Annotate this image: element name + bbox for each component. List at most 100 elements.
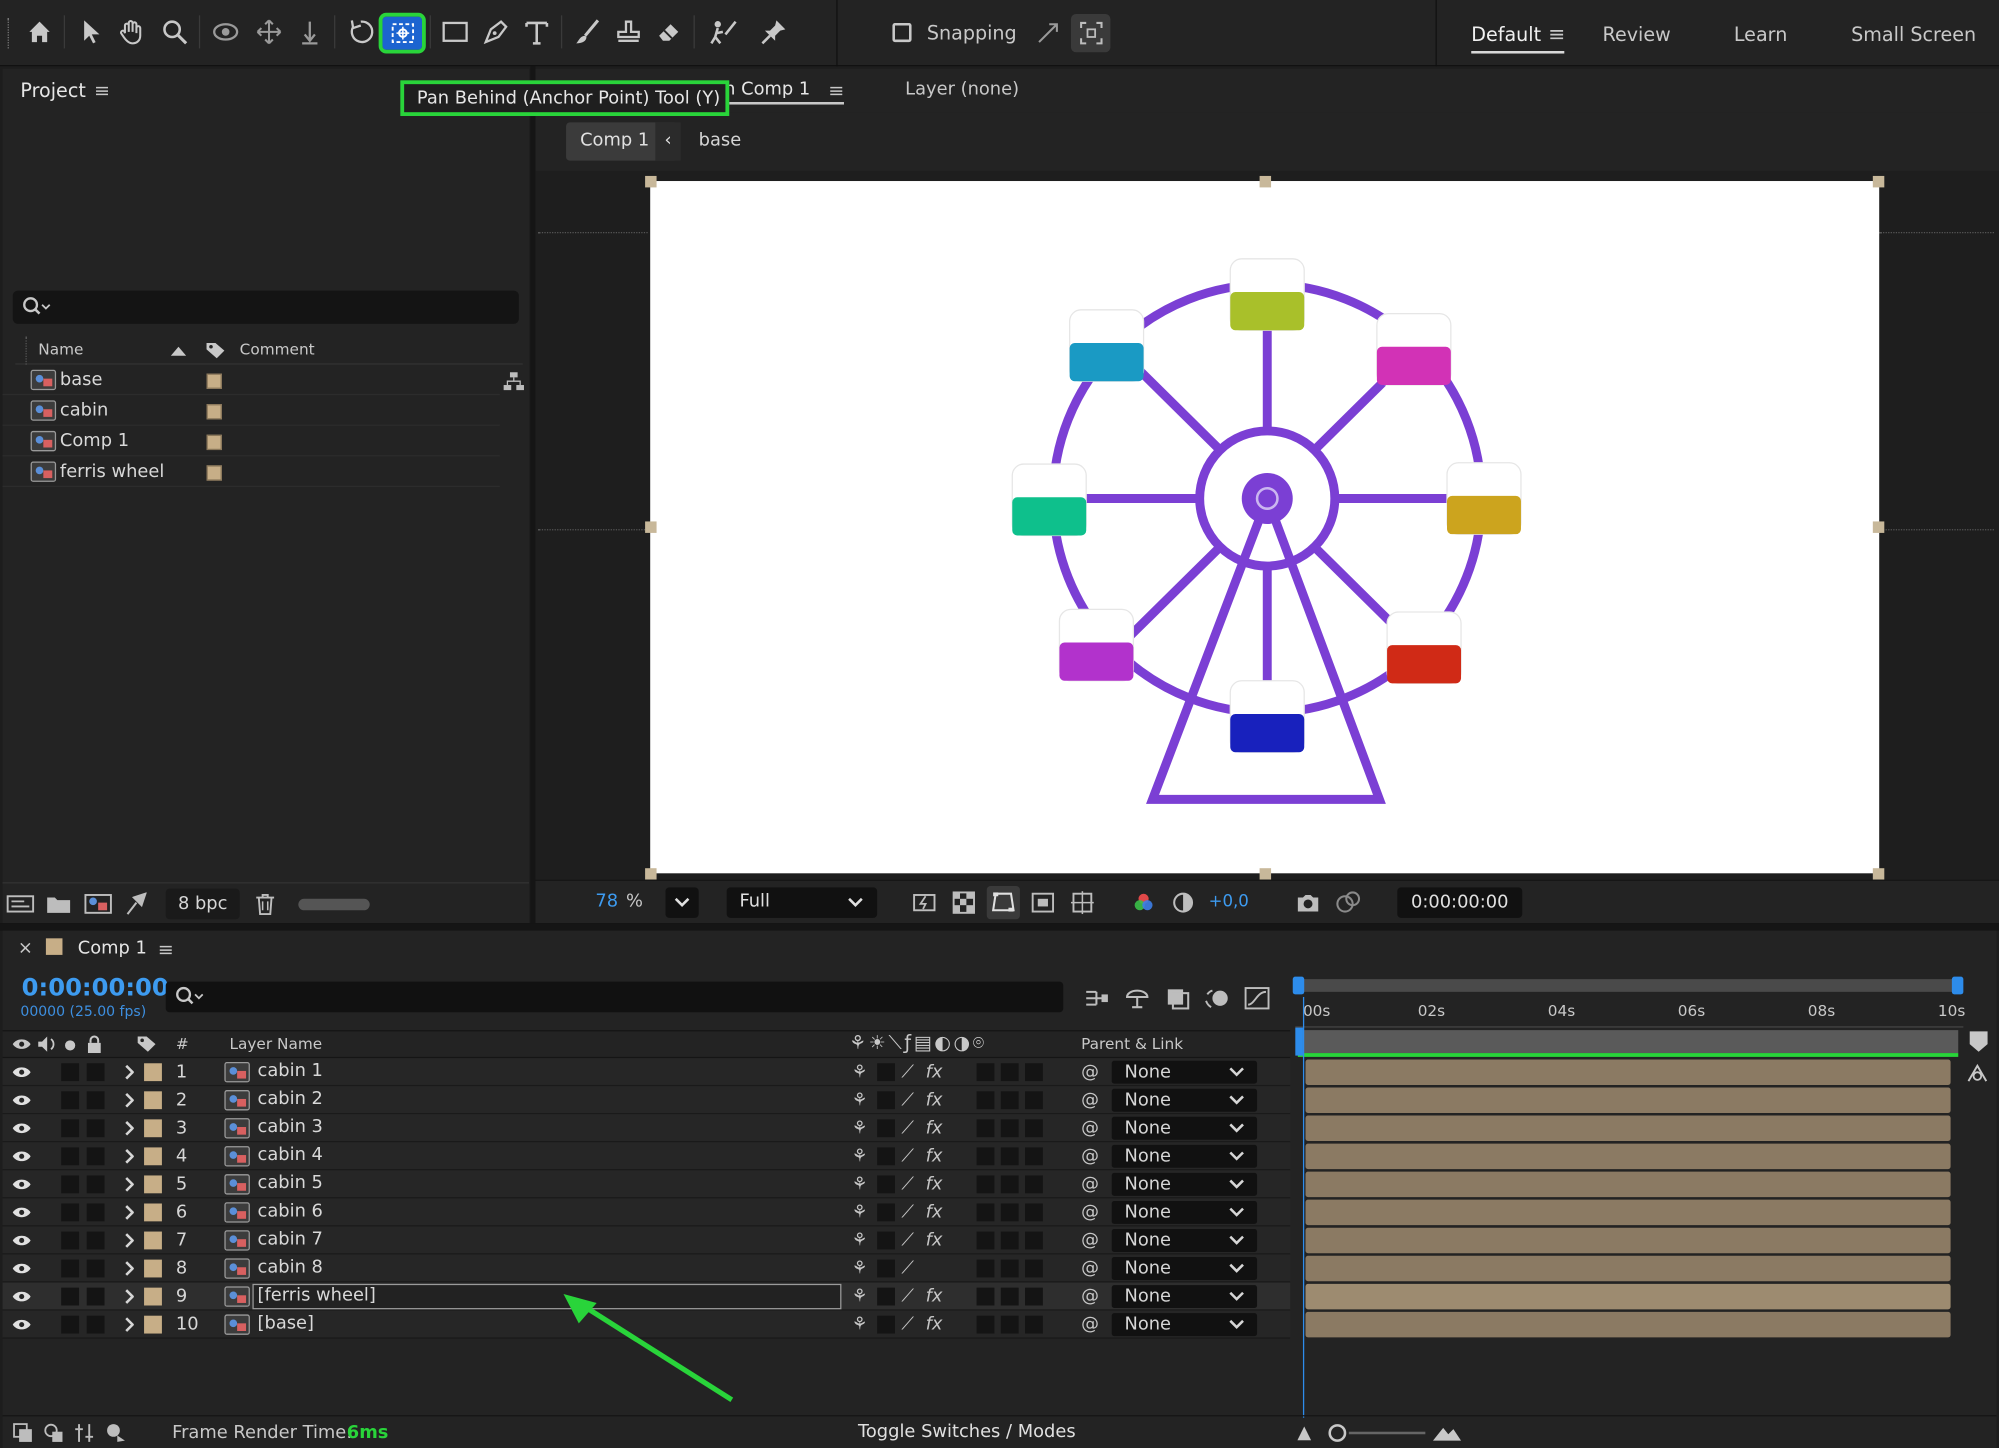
layer-duration-bar[interactable] bbox=[1305, 1171, 1951, 1198]
parent-select[interactable]: None bbox=[1111, 1200, 1258, 1224]
expand-chevron-icon[interactable] bbox=[120, 1090, 138, 1110]
parent-select[interactable]: None bbox=[1111, 1313, 1258, 1337]
work-area-start-handle[interactable] bbox=[1292, 976, 1305, 995]
label-tag-icon[interactable] bbox=[204, 340, 227, 360]
layer-duration-bar[interactable] bbox=[1305, 1283, 1951, 1310]
transfer-controls-toggle-icon[interactable] bbox=[41, 1420, 66, 1445]
in-out-toggle-icon[interactable] bbox=[71, 1420, 96, 1445]
frame-blend-switch[interactable] bbox=[976, 1063, 995, 1082]
pick-whip-icon[interactable]: @ bbox=[1081, 1090, 1099, 1110]
pick-whip-icon[interactable]: @ bbox=[1081, 1174, 1099, 1194]
quality-slash-icon[interactable]: ⟋ bbox=[901, 1090, 914, 1110]
parent-select[interactable]: None bbox=[1111, 1172, 1258, 1196]
resolution-select[interactable]: Full bbox=[726, 887, 878, 918]
pick-whip-icon[interactable]: @ bbox=[1081, 1314, 1099, 1334]
render-time-toggle-icon[interactable] bbox=[102, 1420, 130, 1445]
frame-blend-switch[interactable] bbox=[976, 1315, 995, 1334]
panel-menu-icon[interactable]: ≡ bbox=[156, 938, 176, 961]
quality-slash-icon[interactable]: ⟋ bbox=[901, 1286, 914, 1306]
parent-select[interactable]: None bbox=[1111, 1088, 1258, 1112]
solo-switch[interactable] bbox=[61, 1091, 80, 1110]
pan-behind-anchor-point-tool-icon[interactable] bbox=[378, 12, 426, 54]
eye-icon[interactable] bbox=[10, 1258, 33, 1278]
workspace-small-screen[interactable]: Small Screen bbox=[1851, 23, 1976, 46]
shy-switch-icon[interactable]: ⚘ bbox=[852, 1174, 868, 1194]
eye-icon[interactable] bbox=[10, 1230, 33, 1250]
adjustment-switch[interactable] bbox=[1025, 1175, 1043, 1194]
solo-switch[interactable] bbox=[61, 1203, 80, 1222]
frame-blend-switch[interactable] bbox=[976, 1175, 995, 1194]
region-of-interest-icon[interactable] bbox=[1029, 889, 1057, 917]
motion-blur-switch[interactable] bbox=[1000, 1063, 1019, 1082]
new-folder-icon[interactable] bbox=[45, 891, 73, 916]
collapse-switch[interactable] bbox=[877, 1231, 895, 1250]
layer-label-swatch[interactable] bbox=[144, 1147, 162, 1166]
motion-blur-switch[interactable] bbox=[1000, 1231, 1019, 1250]
transform-handle[interactable] bbox=[645, 521, 657, 533]
shy-switch-icon[interactable]: ⚘ bbox=[852, 1314, 868, 1334]
shy-switch-icon[interactable]: ⚘ bbox=[852, 1118, 868, 1138]
eye-icon[interactable] bbox=[10, 1090, 33, 1110]
column-parent-link[interactable]: Parent & Link bbox=[1081, 1035, 1183, 1053]
layer-duration-bar[interactable] bbox=[1305, 1199, 1951, 1226]
parent-select[interactable]: None bbox=[1111, 1257, 1258, 1280]
layer-switches-toggle-icon[interactable] bbox=[10, 1420, 35, 1445]
eye-icon[interactable] bbox=[10, 1314, 33, 1334]
layer-row[interactable]: 2 cabin 2 ⚘ ⟋ fx @ None bbox=[2, 1086, 1291, 1115]
quality-slash-icon[interactable]: ⟋ bbox=[901, 1258, 914, 1278]
shy-switch-icon[interactable]: ⚘ bbox=[852, 1202, 868, 1222]
shy-switch-icon[interactable]: ⚘ bbox=[852, 1146, 868, 1166]
zoom-in-mountain-icon[interactable] bbox=[1430, 1422, 1463, 1445]
shy-switch-icon[interactable]: ⚘ bbox=[852, 1286, 868, 1306]
frame-blend-switch[interactable] bbox=[976, 1203, 995, 1222]
expand-chevron-icon[interactable] bbox=[120, 1202, 138, 1222]
transform-handle[interactable] bbox=[1872, 175, 1885, 188]
solo-icon[interactable] bbox=[65, 1040, 76, 1051]
column-name[interactable]: Name bbox=[38, 340, 83, 358]
clone-stamp-icon[interactable] bbox=[612, 15, 645, 48]
composition-duration-bar[interactable] bbox=[1297, 1030, 1959, 1054]
transparency-grid-icon[interactable] bbox=[950, 889, 978, 917]
zoom-value[interactable]: 78 bbox=[595, 891, 618, 911]
reset-exposure-icon[interactable] bbox=[1169, 889, 1197, 917]
hand-icon[interactable] bbox=[115, 15, 148, 48]
exposure-value[interactable]: +0,0 bbox=[1209, 892, 1249, 911]
timeline-tab-title[interactable]: Comp 1 bbox=[78, 938, 147, 958]
eye-icon[interactable] bbox=[10, 1174, 33, 1194]
quality-slash-icon[interactable]: ⟋ bbox=[901, 1174, 914, 1194]
project-item[interactable]: ferris wheel bbox=[2, 459, 500, 488]
parent-select[interactable]: None bbox=[1111, 1060, 1258, 1084]
shy-switch-icon[interactable]: ⚘ bbox=[852, 1062, 868, 1082]
panel-divider[interactable] bbox=[530, 66, 536, 924]
tab-layer[interactable]: Layer (none) bbox=[905, 79, 1019, 99]
collapse-switch[interactable] bbox=[877, 1091, 895, 1110]
lock-switch[interactable] bbox=[86, 1203, 105, 1222]
workspace-learn[interactable]: Learn bbox=[1734, 23, 1787, 46]
rotate-tool-icon[interactable] bbox=[344, 15, 377, 48]
shy-layers-icon[interactable] bbox=[1122, 984, 1153, 1012]
adjustment-switch[interactable] bbox=[1025, 1315, 1043, 1334]
tab-composition[interactable]: n Comp 1 bbox=[724, 79, 810, 99]
pick-whip-icon[interactable]: @ bbox=[1081, 1286, 1099, 1306]
project-item[interactable]: Comp 1 bbox=[2, 428, 500, 457]
solo-switch[interactable] bbox=[61, 1063, 80, 1082]
snap-edges-icon[interactable] bbox=[1033, 18, 1064, 49]
transform-handle[interactable] bbox=[1259, 175, 1272, 188]
time-ruler[interactable]: 00s 02s 04s 06s 08s 10s bbox=[1295, 997, 1965, 1028]
solo-switch[interactable] bbox=[61, 1231, 80, 1250]
rectangle-tool-icon[interactable] bbox=[439, 15, 472, 48]
layer-row[interactable]: 3 cabin 3 ⚘ ⟋ fx @ None bbox=[2, 1114, 1291, 1143]
timeline-zoom-slider[interactable] bbox=[1348, 1431, 1426, 1435]
effects-fx-icon[interactable]: fx bbox=[926, 1314, 943, 1334]
roto-brush-icon[interactable] bbox=[704, 15, 742, 48]
pen-tool-icon[interactable] bbox=[479, 15, 512, 48]
layer-label-swatch[interactable] bbox=[144, 1231, 162, 1250]
quality-slash-icon[interactable]: ⟋ bbox=[901, 1062, 914, 1082]
lock-switch[interactable] bbox=[86, 1175, 105, 1194]
collapse-switch[interactable] bbox=[877, 1315, 895, 1334]
layer-row[interactable]: 7 cabin 7 ⚘ ⟋ fx @ None bbox=[2, 1226, 1291, 1255]
expand-chevron-icon[interactable] bbox=[120, 1174, 138, 1194]
layer-row[interactable]: 1 cabin 1 ⚘ ⟋ fx @ None bbox=[2, 1058, 1291, 1087]
transform-handle[interactable] bbox=[1872, 521, 1885, 533]
graph-editor-icon[interactable] bbox=[1242, 984, 1273, 1012]
